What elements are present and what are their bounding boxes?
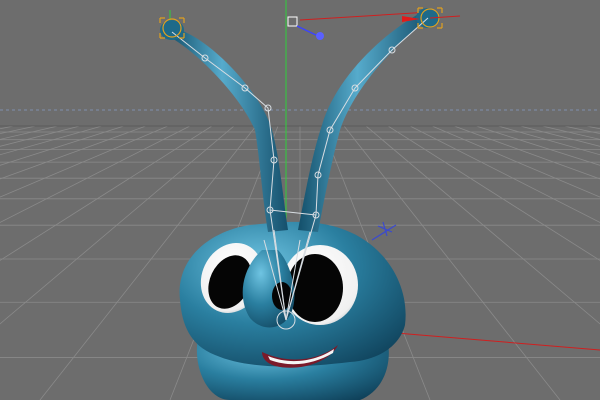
scene-canvas[interactable] bbox=[0, 0, 600, 400]
3d-viewport[interactable] bbox=[0, 0, 600, 400]
